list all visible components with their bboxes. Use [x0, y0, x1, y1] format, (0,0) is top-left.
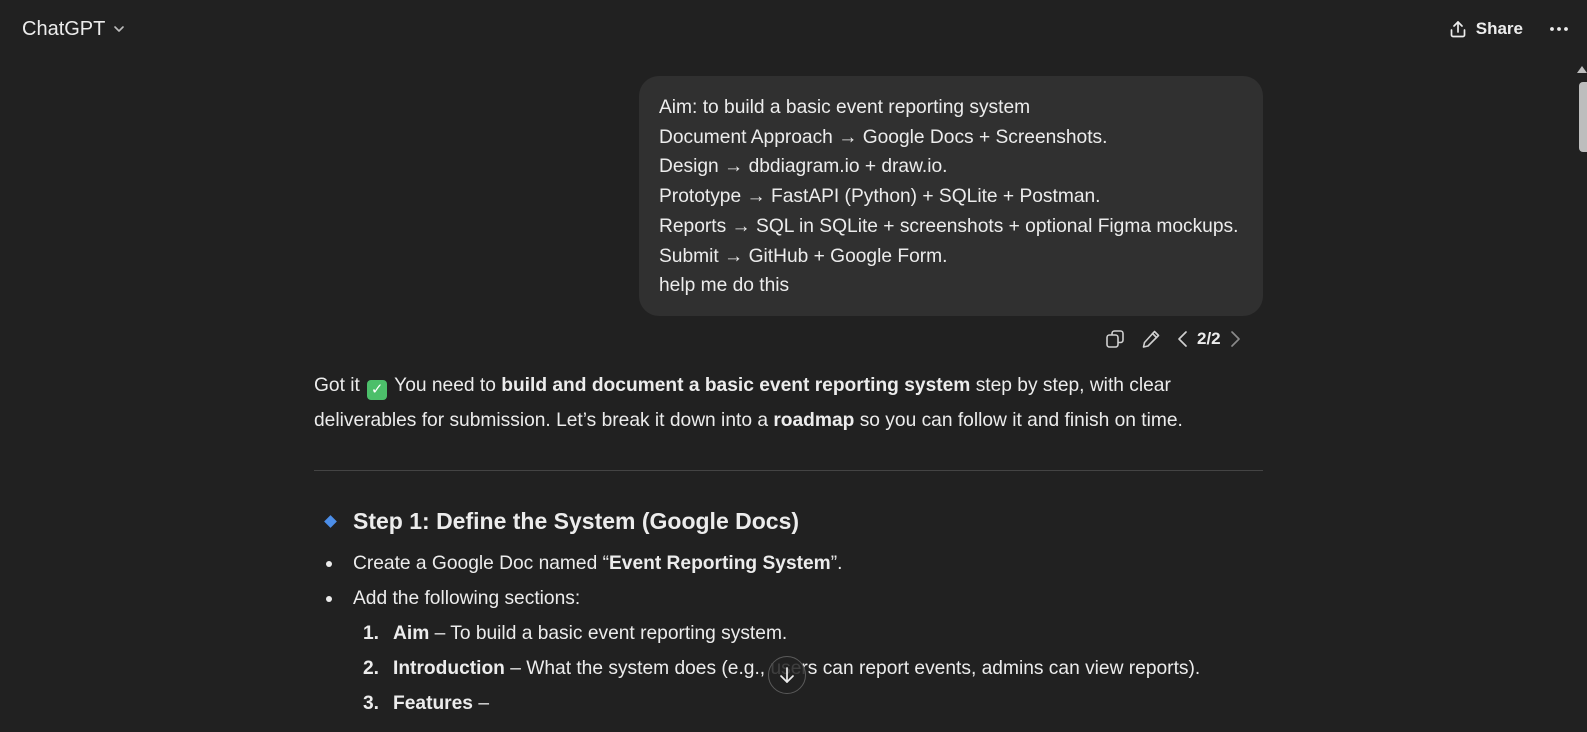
step-content-list: Create a Google Doc named “Event Reporti… [314, 546, 1264, 721]
assistant-intro-paragraph: Got it ✓ You need to build and document … [314, 368, 1264, 438]
numbered-item-bold: Features [393, 693, 473, 714]
intro-bold-text: roadmap [773, 410, 855, 431]
model-selector[interactable]: ChatGPT [22, 18, 127, 41]
top-bar: ChatGPT Share [0, 0, 1587, 58]
previous-version-button[interactable] [1169, 324, 1197, 354]
list-item-text: Create a Google Doc named “ [353, 553, 609, 574]
intro-text: Got it [314, 375, 366, 396]
list-item: Add the following sections: [314, 581, 1264, 616]
section-divider [314, 470, 1263, 471]
pencil-icon [1142, 330, 1160, 348]
check-mark-emoji: ✓ [367, 380, 388, 400]
chevron-down-icon [114, 26, 125, 32]
scrollbar-thumb[interactable] [1579, 82, 1587, 152]
list-item: Create a Google Doc named “Event Reporti… [314, 546, 1264, 581]
blue-diamond-icon [324, 515, 337, 528]
share-label: Share [1475, 19, 1523, 38]
chevron-right-icon [1230, 331, 1240, 347]
top-actions: Share [1440, 13, 1573, 45]
user-message-line: Aim: to build a basic event reporting sy… [659, 97, 1031, 118]
chevron-left-icon [1178, 331, 1187, 347]
upload-icon [1450, 21, 1466, 38]
numbered-item-text: – [472, 693, 489, 714]
intro-text: so you can follow it and finish on time. [854, 410, 1183, 431]
user-message-line: Submit → GitHub + Google Form. [659, 245, 948, 267]
user-message-line: Prototype → FastAPI (Python) + SQLite + … [659, 186, 1101, 208]
numbered-item: 1. Aim – To build a basic event reportin… [314, 616, 1264, 651]
copy-icon [1106, 330, 1124, 348]
bullet-icon [326, 561, 332, 567]
model-name: ChatGPT [22, 17, 106, 40]
item-number: 3. [363, 693, 380, 714]
numbered-item-bold: Aim [393, 623, 430, 644]
version-pager: 2/2 [1197, 329, 1221, 348]
list-item-text: ”. [830, 553, 843, 574]
ellipsis-icon [1550, 27, 1568, 31]
user-message-line: Reports → SQL in SQLite + screenshots + … [659, 215, 1239, 237]
list-item-text: Add the following sections: [353, 588, 581, 609]
arrow-down-icon [780, 667, 794, 683]
assistant-message: Got it ✓ You need to build and document … [314, 368, 1264, 438]
numbered-item-text: – To build a basic event reporting syste… [429, 623, 788, 644]
list-item-bold: Event Reporting System [608, 553, 831, 574]
item-number: 2. [363, 658, 380, 679]
user-message-bubble: Aim: to build a basic event reporting sy… [639, 76, 1263, 316]
item-number: 1. [363, 623, 380, 644]
numbered-item-text: – What the system does (e.g., users can … [504, 658, 1201, 679]
user-message-actions: 2/2 [1097, 324, 1249, 354]
numbered-item-bold: Introduction [393, 658, 505, 679]
copy-button[interactable] [1097, 324, 1133, 354]
user-message-line: help me do this [659, 275, 790, 297]
scroll-to-bottom-button[interactable] [768, 656, 806, 694]
intro-bold-text: build and document a basic event reporti… [501, 375, 971, 396]
bullet-icon [326, 596, 332, 602]
user-message-line: Document Approach → Google Docs + Screen… [659, 126, 1108, 148]
share-button[interactable]: Share [1440, 13, 1531, 45]
more-options-button[interactable] [1545, 15, 1573, 43]
user-message-line: Design → dbdiagram.io + draw.io. [659, 156, 948, 178]
step-heading-text: Step 1: Define the System (Google Docs) [353, 508, 800, 534]
scrollbar-up-arrow[interactable] [1577, 66, 1587, 73]
intro-text: You need to [389, 375, 502, 396]
step-heading: Step 1: Define the System (Google Docs) [322, 508, 799, 535]
edit-message-button[interactable] [1133, 324, 1169, 354]
next-version-button[interactable] [1221, 324, 1249, 354]
